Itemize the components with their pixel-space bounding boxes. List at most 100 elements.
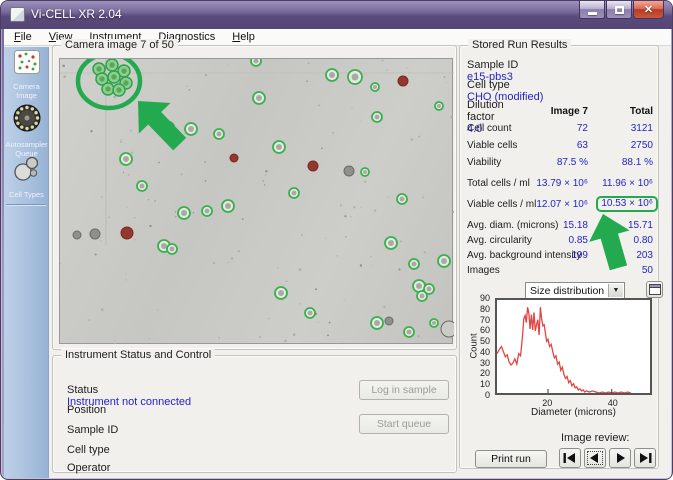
- print-run-button[interactable]: Print run: [475, 450, 547, 468]
- last-image-icon: [638, 452, 652, 464]
- y-tick-label: 60: [480, 325, 490, 335]
- cell-types-icon: [12, 155, 42, 188]
- title-bar: Vi-CELL XR 2.04 ✕: [1, 1, 672, 29]
- stored-run-results-panel: Stored Run Results Sample IDe15-pbs3Cell…: [459, 45, 659, 469]
- app-icon: [10, 7, 25, 22]
- log-in-sample-button[interactable]: Log in sample: [359, 380, 449, 400]
- table-cell-total: 11.96 × 10⁶: [602, 178, 653, 189]
- table-header: Image 7 Total: [460, 106, 658, 120]
- y-tick-label: 30: [480, 358, 490, 368]
- sidebar-item-autosampler-queue[interactable]: Autosampler Queue: [4, 103, 49, 158]
- table-row: Avg. circularity0.850.80: [460, 235, 658, 250]
- maximize-icon: [615, 6, 624, 14]
- start-queue-button[interactable]: Start queue: [359, 414, 449, 434]
- instrument-status-panel: Instrument Status and Control StatusInst…: [52, 355, 457, 473]
- y-tick-label: 40: [480, 347, 490, 357]
- sidebar-item-camera-image[interactable]: Camera Image: [4, 49, 49, 100]
- sidebar-item-label: Cell Types: [9, 190, 44, 199]
- menu-item-help[interactable]: Help: [229, 30, 258, 44]
- status-row: Cell type: [67, 444, 347, 456]
- table-row-label: Images: [467, 265, 500, 276]
- minimize-button[interactable]: [579, 1, 605, 19]
- window-title: Vi-CELL XR 2.04: [31, 7, 122, 21]
- y-tick-label: 10: [480, 379, 490, 389]
- table-row-label: Avg. diam. (microns): [467, 220, 559, 231]
- first-image-icon: [563, 452, 577, 464]
- status-row-label: Status: [67, 384, 135, 396]
- status-row-label: Cell type: [67, 444, 135, 456]
- first-image-button[interactable]: [559, 448, 581, 468]
- y-tick-label: 70: [480, 315, 490, 325]
- table-cell-total: 88.1 %: [622, 157, 653, 168]
- histogram-line: [497, 307, 631, 393]
- table-row: Viability 87.5 % 88.1 %: [460, 157, 658, 172]
- y-tick-label: 90: [480, 293, 490, 303]
- status-row: Operator: [67, 462, 347, 474]
- camera-image-panel: Camera image 7 of 50: [52, 45, 457, 350]
- x-axis-label: Diameter (microns): [495, 407, 652, 418]
- chart-type-selected-value: Size distribution: [530, 285, 604, 297]
- table-cell-image7: 87.5 %: [557, 157, 588, 168]
- y-axis-label: Count: [469, 333, 480, 358]
- status-row-label: Sample ID: [67, 424, 135, 436]
- sidebar-item-cell-types[interactable]: Cell Types: [4, 155, 49, 199]
- highlighted-total-cell: 10.53 × 10⁶: [596, 196, 658, 212]
- table-row-label: Cell count: [467, 123, 511, 134]
- table-row-label: Avg. background intensity: [467, 250, 581, 261]
- status-row: Position: [67, 404, 347, 416]
- autosampler-queue-icon: [12, 103, 42, 138]
- next-image-button[interactable]: [609, 448, 631, 468]
- maximize-button[interactable]: [606, 1, 632, 19]
- table-cell-image7: 63: [577, 140, 588, 151]
- table-cell-image7: 15.18: [563, 220, 588, 231]
- window-icon: [649, 284, 661, 295]
- status-row-label: Operator: [67, 462, 135, 474]
- instrument-status-title: Instrument Status and Control: [61, 349, 215, 361]
- app-window: Vi-CELL XR 2.04 ✕ FileViewInstrumentDiag…: [0, 0, 673, 480]
- stored-run-results-title: Stored Run Results: [468, 39, 571, 51]
- close-button[interactable]: ✕: [633, 1, 664, 19]
- sidebar-separator: [6, 204, 46, 205]
- chart-type-dropdown[interactable]: Size distribution ▼: [525, 282, 625, 299]
- table-cell-total: 203: [636, 250, 653, 261]
- status-row-label: Position: [67, 404, 135, 416]
- sidebar: Camera Image Autosampler Queue Cell Types: [4, 47, 49, 478]
- table-cell-image7: 199: [571, 250, 588, 261]
- table-row-label: Viability: [467, 157, 501, 168]
- table-row: Images 50: [460, 265, 658, 280]
- table-cell-total: 50: [642, 265, 653, 276]
- table-row-label: Total cells / ml: [467, 178, 530, 189]
- y-tick-label: 20: [480, 368, 490, 378]
- previous-image-button[interactable]: [584, 448, 606, 468]
- table-cell-image7: 0.85: [569, 235, 588, 246]
- table-row: Viable cells632750: [460, 140, 658, 155]
- results-info-label: Cell type: [467, 79, 532, 91]
- camera-image-icon: [13, 49, 41, 80]
- table-cell-image7: 12.07 × 10⁶: [536, 199, 588, 210]
- last-image-button[interactable]: [634, 448, 656, 468]
- table-row: Viable cells / ml12.07 × 10⁶10.53 × 10⁶: [460, 199, 658, 214]
- y-tick-label: 0: [485, 390, 490, 400]
- minimize-icon: [588, 12, 597, 15]
- y-tick-label: 50: [480, 336, 490, 346]
- menu-item-file[interactable]: File: [11, 30, 35, 44]
- table-cell-image7: 13.79 × 10⁶: [536, 178, 588, 189]
- table-cell-total: 2750: [631, 140, 653, 151]
- chart-window-button[interactable]: [646, 281, 663, 298]
- table-cell-total: 15.71: [628, 220, 653, 231]
- table-row: Avg. background intensity199 203: [460, 250, 658, 265]
- y-tick-label: 80: [480, 304, 490, 314]
- size-distribution-chart: [495, 298, 652, 395]
- table-row: Cell count 72 3121: [460, 123, 658, 138]
- prev-image-icon: [588, 452, 602, 464]
- table-cell-total: 3121: [631, 123, 653, 134]
- table-header-total: Total: [630, 106, 653, 117]
- chevron-down-icon: ▼: [608, 284, 623, 297]
- sidebar-item-label: Camera Image: [4, 82, 49, 100]
- results-info-label: Sample ID: [467, 59, 532, 71]
- image-review-label: Image review:: [561, 432, 629, 444]
- table-cell-image7: 72: [577, 123, 588, 134]
- table-row-label: Avg. circularity: [467, 235, 532, 246]
- status-row: Sample ID: [67, 424, 347, 436]
- table-header-image7: Image 7: [551, 106, 588, 117]
